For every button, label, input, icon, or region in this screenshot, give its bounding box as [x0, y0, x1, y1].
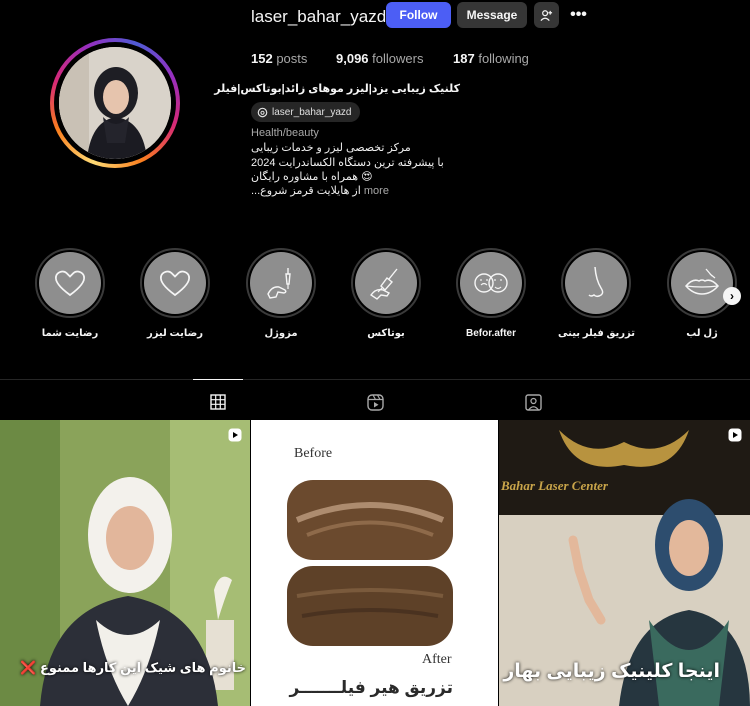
bio-more-link[interactable]: more: [364, 185, 389, 197]
threads-link[interactable]: laser_bahar_yazd: [251, 102, 360, 122]
tab-reels[interactable]: [365, 392, 385, 412]
post-caption: تزریق هیر فیلـــــــر: [289, 678, 453, 697]
lips-icon: [685, 268, 719, 295]
bio-line-3: همراه با مشاوره رایگان 😍: [251, 171, 373, 183]
highlight-label: رضایت لیزر: [146, 328, 204, 339]
heart-icon: [54, 270, 86, 297]
grid-icon: [210, 394, 226, 410]
heart-icon: [159, 270, 191, 297]
profile-username: laser_bahar_yazd: [251, 7, 387, 26]
nose-icon: [588, 266, 604, 298]
add-user-icon: [540, 9, 553, 21]
highlight-label: مزوژل: [264, 328, 298, 339]
following-stat[interactable]: 187 following: [453, 51, 529, 66]
profile-avatar[interactable]: [50, 38, 180, 168]
after-hair-photo: [287, 566, 453, 646]
threads-icon: [257, 107, 268, 117]
highlight-label: تزریق فیلر بینی: [558, 328, 636, 339]
face-mask-icon: [474, 273, 508, 293]
more-dots-icon: •••: [570, 6, 587, 23]
highlight-label: رضایت شما: [41, 328, 99, 339]
profile-full-name: کلنیک زیبایی یزد|لیزر موهای زائد|بوتاکس|…: [214, 83, 460, 95]
before-label: Before: [294, 446, 333, 461]
tab-tagged[interactable]: [523, 392, 543, 412]
follow-button[interactable]: Follow: [386, 2, 451, 28]
post-tile[interactable]: Bahar Laser Center اینجا کلینیک زیبایی ب…: [499, 420, 750, 706]
options-button[interactable]: •••: [566, 2, 591, 28]
profile-photo: [59, 47, 171, 159]
before-hair-photo: [287, 480, 453, 560]
syringe-hand-icon: [267, 268, 291, 299]
suggest-user-button[interactable]: [534, 2, 559, 28]
reel-badge-icon: [728, 428, 742, 442]
post-caption: اینجا کلینیک زیبایی بهار: [503, 661, 720, 682]
threads-handle: laser_bahar_yazd: [272, 106, 352, 118]
highlights-next-button[interactable]: ›: [723, 287, 741, 305]
highlight-item[interactable]: تزریق فیلر بینی: [558, 248, 636, 339]
reel-badge-icon: [228, 428, 242, 442]
highlight-label: بوتاکس: [367, 328, 405, 339]
message-button[interactable]: Message: [457, 2, 527, 28]
highlight-label: ژل لب: [686, 328, 718, 339]
highlight-item[interactable]: مزوژل: [243, 248, 319, 339]
tabs-divider: [0, 379, 750, 380]
tab-posts[interactable]: [208, 392, 228, 412]
bio-line-2: با پیشرفته ترین دستگاه الکساندرایت 2024: [251, 157, 444, 169]
after-label: After: [422, 652, 452, 667]
reels-icon: [366, 393, 384, 411]
followers-stat[interactable]: 9,096 followers: [336, 51, 423, 66]
posts-stat: 152 posts: [251, 51, 308, 66]
bio-line-4: ...از هایلایت قرمز شروع more: [251, 185, 389, 197]
highlight-item[interactable]: Befor.after: [453, 248, 529, 339]
highlight-item[interactable]: رضایت شما: [32, 248, 108, 339]
syringe-hand-icon: [370, 268, 398, 300]
post-caption: خانوم های شیک این کارها ممنوع ❌: [20, 660, 246, 675]
sign-text: Bahar Laser Center: [501, 478, 608, 493]
post-tile[interactable]: Before After تزریق هیر فیلـــــــر: [251, 420, 498, 706]
highlight-item[interactable]: رضایت لیزر: [137, 248, 213, 339]
post-tile[interactable]: خانوم های شیک این کارها ممنوع ❌: [0, 420, 250, 706]
active-tab-indicator: [193, 379, 243, 380]
profile-category: Health/beauty: [251, 127, 319, 139]
highlight-item[interactable]: بوتاکس: [348, 248, 424, 339]
chevron-right-icon: ›: [730, 289, 734, 303]
bio-line-1: مرکز تخصصی لیزر و خدمات زیبایی: [251, 142, 411, 154]
highlight-label: Befor.after: [465, 328, 516, 339]
tagged-icon: [524, 393, 542, 411]
